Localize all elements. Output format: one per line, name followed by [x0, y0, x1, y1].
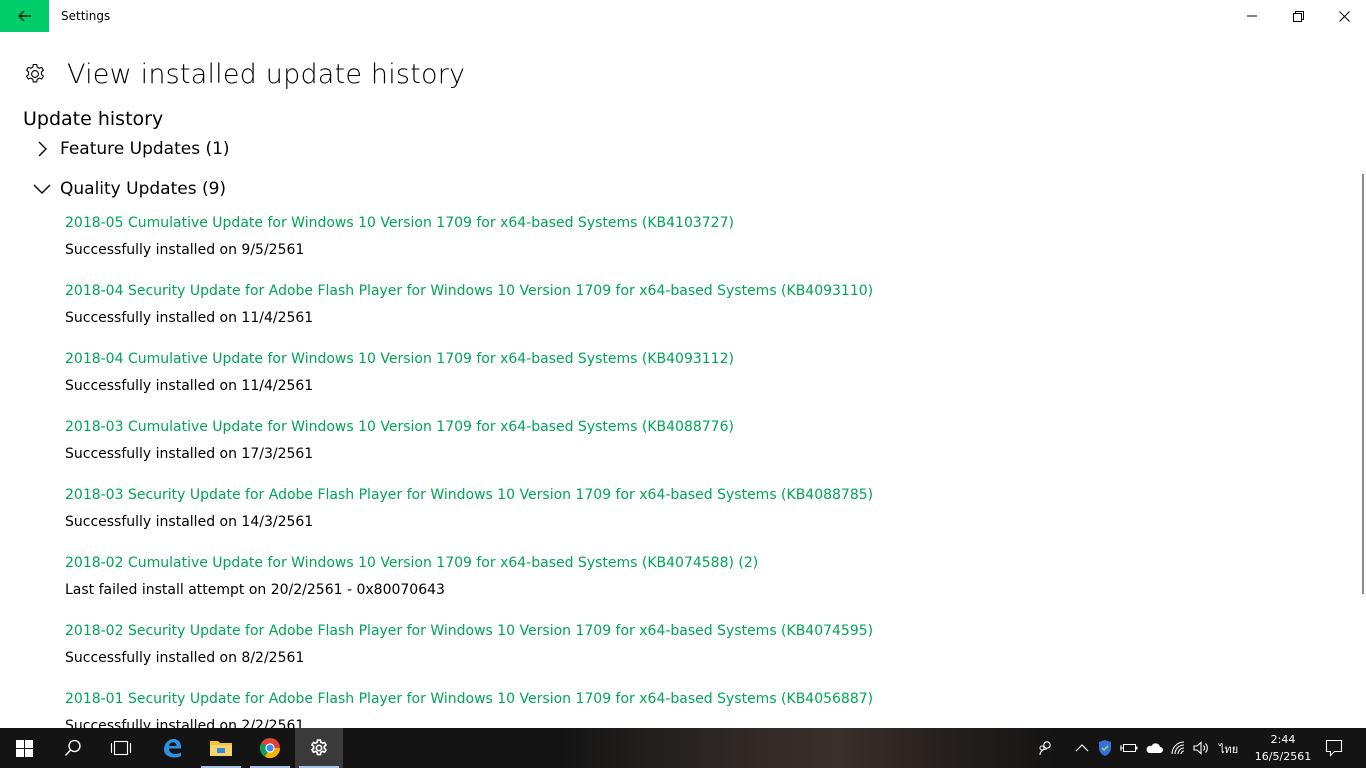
search-button[interactable] — [49, 728, 97, 768]
update-status: Successfully installed on 11/4/2561 — [65, 378, 314, 394]
network-tray-button[interactable] — [1169, 738, 1189, 758]
chevron-down-icon — [30, 177, 54, 201]
page-title: View installed update history — [67, 58, 466, 90]
wallpaper-strip — [560, 728, 1060, 768]
list-item: 2018-04 Security Update for Adobe Flash … — [65, 278, 1345, 346]
taskbar: ไทย 2:44 16/5/2561 — [0, 728, 1366, 768]
feature-updates-label: Feature Updates (1) — [60, 139, 230, 159]
search-icon — [64, 739, 81, 757]
chrome-icon — [259, 738, 281, 759]
settings-icon — [310, 739, 328, 756]
action-center-button[interactable] — [1324, 738, 1344, 758]
chevron-right-icon — [30, 137, 54, 161]
list-item: 2018-05 Cumulative Update for Windows 10… — [65, 210, 1345, 278]
update-status: Successfully installed on 17/3/2561 — [65, 446, 314, 462]
file-explorer-icon — [210, 741, 232, 756]
title-bar: Settings — [0, 0, 1366, 32]
speaker-icon — [1193, 741, 1208, 755]
back-button[interactable] — [0, 0, 49, 32]
close-icon — [1338, 10, 1350, 22]
settings-taskbar-button[interactable] — [295, 728, 343, 768]
file-explorer-taskbar-button[interactable] — [197, 728, 245, 768]
update-status: Successfully installed on 8/2/2561 — [65, 650, 305, 666]
people-button[interactable] — [1036, 738, 1056, 758]
minimize-icon — [1247, 15, 1257, 17]
onedrive-tray-button[interactable] — [1144, 738, 1164, 758]
task-view-button[interactable] — [97, 728, 145, 768]
window-title: Settings — [61, 9, 111, 23]
restore-button[interactable] — [1275, 0, 1321, 32]
gear-icon — [25, 63, 45, 83]
minimize-button[interactable] — [1229, 0, 1275, 32]
update-status: Last failed install attempt on 20/2/2561… — [65, 582, 445, 598]
quality-updates-toggle[interactable]: Quality Updates (9) — [30, 177, 226, 201]
restore-icon — [1292, 10, 1304, 22]
list-item: 2018-02 Cumulative Update for Windows 10… — [65, 550, 1345, 618]
update-status: Successfully installed on 14/3/2561 — [65, 514, 314, 530]
task-view-icon — [110, 740, 132, 756]
onedrive-cloud-icon — [1146, 743, 1163, 753]
battery-icon — [1120, 744, 1138, 752]
update-link[interactable]: 2018-03 Cumulative Update for Windows 10… — [65, 414, 1345, 440]
chevron-up-icon — [1075, 744, 1089, 752]
quality-updates-label: Quality Updates (9) — [60, 179, 227, 199]
start-button[interactable] — [0, 728, 48, 768]
vertical-scrollbar[interactable] — [1362, 174, 1364, 594]
people-icon — [1039, 741, 1051, 756]
update-link[interactable]: 2018-01 Security Update for Adobe Flash … — [65, 686, 1345, 712]
update-link[interactable]: 2018-02 Security Update for Adobe Flash … — [65, 618, 1345, 644]
section-title: Update history — [23, 108, 164, 130]
update-link[interactable]: 2018-02 Cumulative Update for Windows 10… — [65, 550, 1345, 576]
update-status: Successfully installed on 9/5/2561 — [65, 242, 305, 258]
update-status: Successfully installed on 11/4/2561 — [65, 310, 314, 326]
windows-start-icon — [15, 739, 33, 757]
volume-tray-button[interactable] — [1191, 738, 1211, 758]
update-link[interactable]: 2018-04 Security Update for Adobe Flash … — [65, 278, 1345, 304]
clock-date: 16/5/2561 — [1254, 750, 1312, 763]
close-button[interactable] — [1321, 0, 1366, 32]
feature-updates-toggle[interactable]: Feature Updates (1) — [30, 137, 230, 161]
battery-tray-button[interactable] — [1119, 738, 1139, 758]
update-link[interactable]: 2018-03 Security Update for Adobe Flash … — [65, 482, 1345, 508]
notification-icon — [1325, 739, 1343, 757]
edge-icon — [164, 739, 181, 758]
list-item: 2018-02 Security Update for Adobe Flash … — [65, 618, 1345, 686]
security-tray-button[interactable] — [1095, 738, 1115, 758]
edge-taskbar-button[interactable] — [148, 728, 196, 768]
list-item: 2018-03 Security Update for Adobe Flash … — [65, 482, 1345, 550]
show-hidden-icons-button[interactable] — [1072, 738, 1092, 758]
page-header: View installed update history — [23, 56, 465, 92]
clock[interactable]: 2:44 16/5/2561 — [1252, 731, 1314, 765]
update-link[interactable]: 2018-05 Cumulative Update for Windows 10… — [65, 210, 1345, 236]
list-item: 2018-04 Cumulative Update for Windows 10… — [65, 346, 1345, 414]
wifi-icon — [1171, 741, 1185, 755]
list-item: 2018-03 Cumulative Update for Windows 10… — [65, 414, 1345, 482]
arrow-left-icon — [17, 10, 31, 22]
update-list: 2018-05 Cumulative Update for Windows 10… — [65, 210, 1345, 754]
update-link[interactable]: 2018-04 Cumulative Update for Windows 10… — [65, 346, 1345, 372]
input-language-indicator[interactable]: ไทย — [1219, 740, 1238, 758]
chrome-taskbar-button[interactable] — [246, 728, 294, 768]
defender-shield-icon — [1099, 740, 1111, 756]
clock-time: 2:44 — [1270, 733, 1296, 746]
